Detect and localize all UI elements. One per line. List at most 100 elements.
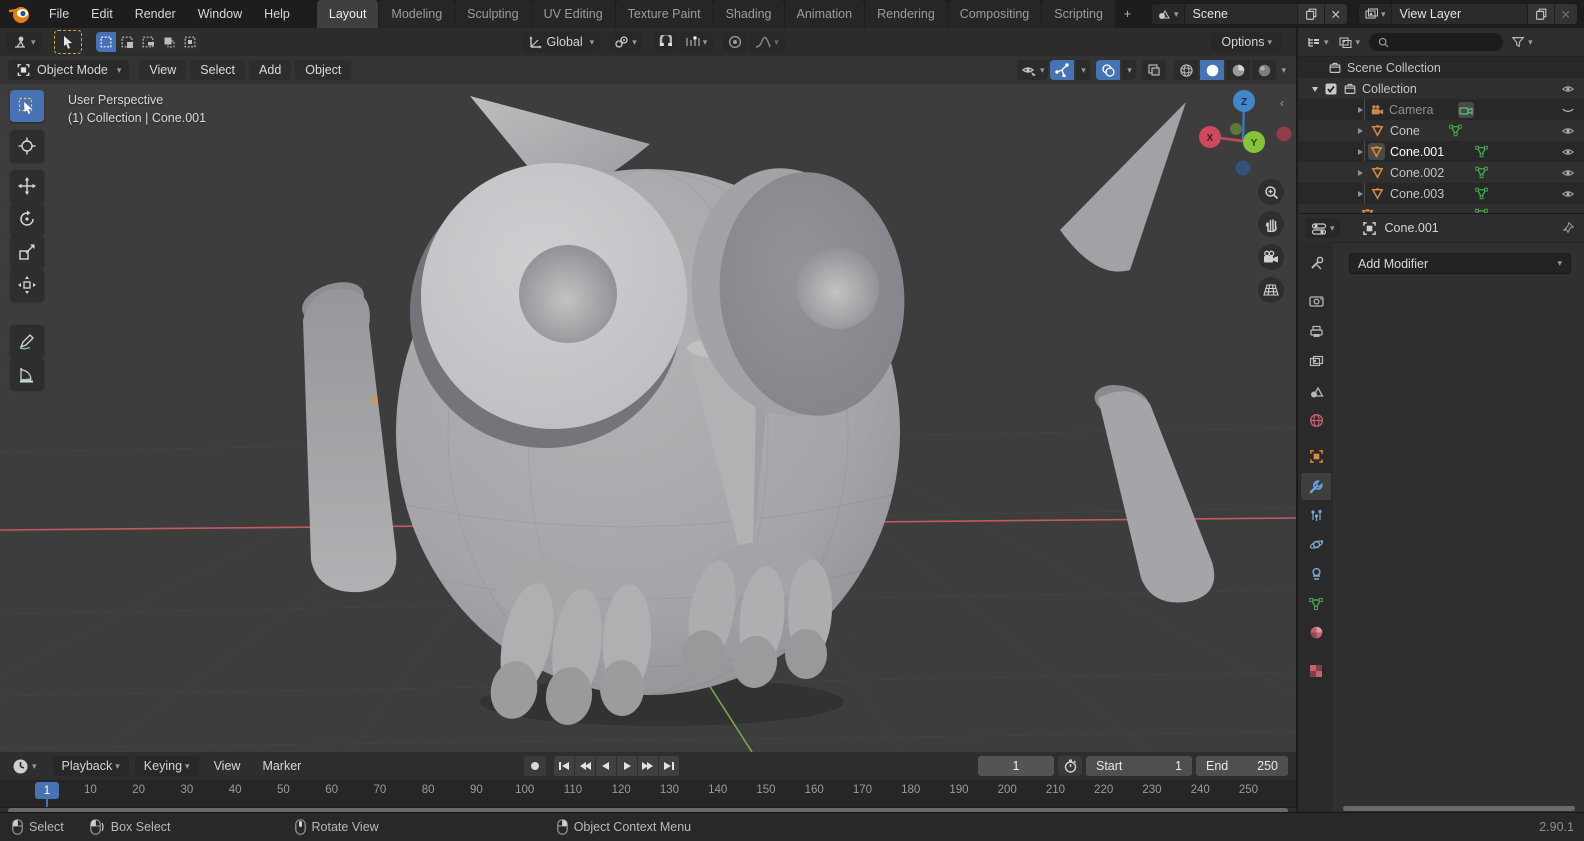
active-tool-tweak-button[interactable] [54,30,82,54]
camera-hide-toggle[interactable] [1561,102,1575,117]
current-frame-field[interactable]: 1 [978,756,1054,776]
tab-constraints[interactable] [1301,561,1331,588]
menu-edit[interactable]: Edit [80,7,124,21]
select-mode-intersect-button[interactable] [180,32,200,52]
playhead-line[interactable] [46,799,48,807]
viewport-menu-object[interactable]: Object [295,60,351,80]
gizmo-axis-x-neg[interactable] [1277,127,1292,142]
tab-render[interactable] [1301,288,1331,315]
shading-wireframe-button[interactable] [1174,60,1198,80]
xray-toggle[interactable] [1142,60,1166,80]
select-mode-invert-button[interactable] [159,32,179,52]
frame-start-field[interactable]: Start1 [1086,756,1192,776]
viewport-menu-view[interactable]: View [139,60,186,80]
shading-dropdown[interactable]: ▾ [1281,65,1286,76]
use-preview-range-toggle[interactable] [1058,756,1082,776]
timeline-menu-marker[interactable]: Marker [251,759,312,773]
tab-texture[interactable] [1301,657,1331,684]
collapse-arrow-icon[interactable] [1311,85,1319,93]
outliner-display-mode-dropdown[interactable]: ▾ [1303,32,1332,52]
gizmo-dropdown[interactable]: ▾ [1076,60,1090,80]
overlays-dropdown[interactable]: ▾ [1122,60,1136,80]
tab-compositing[interactable]: Compositing [948,0,1041,28]
snap-toggle[interactable] [653,32,677,52]
outliner-search-input[interactable] [1369,33,1503,51]
tab-world[interactable] [1301,407,1331,434]
tab-material[interactable] [1301,619,1331,646]
pin-icon[interactable] [1561,221,1575,235]
tool-rotate[interactable] [10,203,44,235]
auto-keying-record-button[interactable] [524,756,546,776]
collection-hide-toggle[interactable] [1561,81,1575,96]
tool-annotate[interactable] [10,325,44,357]
cone-hide-toggle[interactable] [1561,123,1575,138]
tab-scene[interactable] [1301,378,1331,405]
tool-measure[interactable] [10,358,44,390]
outliner-filter-dropdown[interactable]: ▾ [1335,32,1364,52]
tab-object[interactable] [1301,443,1331,470]
play-reverse-button[interactable] [596,756,616,776]
outliner-row-cone-003[interactable]: Cone.003 [1298,183,1584,204]
properties-scrollbar[interactable] [1343,806,1575,811]
tool-scale[interactable] [10,236,44,268]
expand-arrow-icon[interactable] [1356,169,1364,177]
mode-dropdown[interactable]: Object Mode ▾ [8,60,129,80]
shading-rendered-button[interactable] [1252,60,1276,80]
view-layer-browse-icon[interactable]: ▾ [1359,4,1392,24]
tab-tool[interactable] [1301,250,1331,277]
menu-help[interactable]: Help [253,7,301,21]
gizmo-axis-z-neg[interactable] [1236,161,1251,176]
tab-shading[interactable]: Shading [714,0,784,28]
next-keyframe-button[interactable] [638,756,658,776]
timeline-menu-keying[interactable]: Keying▾ [135,756,199,776]
tab-view-layer[interactable] [1301,348,1331,375]
shading-solid-button[interactable] [1200,60,1224,80]
zoom-view-button[interactable] [1258,179,1284,205]
tab-modifiers[interactable] [1301,473,1331,500]
outliner-row-cone-002[interactable]: Cone.002 [1298,162,1584,183]
gizmo-toggle[interactable] [1050,60,1074,80]
toggle-grid-button[interactable] [1258,277,1284,303]
scene-name-field[interactable]: Scene [1185,4,1297,24]
view-layer-name-field[interactable]: View Layer [1392,4,1527,24]
overlays-toggle[interactable] [1096,60,1120,80]
tab-texture-paint[interactable]: Texture Paint [616,0,713,28]
outliner-row-collection[interactable]: Collection [1298,78,1584,99]
tool-move[interactable] [10,170,44,202]
timeline-menu-view[interactable]: View [203,759,252,773]
add-modifier-dropdown[interactable]: Add Modifier ▾ [1349,253,1571,274]
viewport-menu-add[interactable]: Add [249,60,291,80]
cone-003-hide-toggle[interactable] [1561,186,1575,201]
tab-particles[interactable] [1301,502,1331,529]
cone-001-hide-toggle[interactable] [1561,144,1575,159]
tab-output[interactable] [1301,318,1331,345]
tab-scripting[interactable]: Scripting [1042,0,1115,28]
tab-physics[interactable] [1301,531,1331,558]
collection-checkbox[interactable] [1325,83,1337,95]
tab-animation[interactable]: Animation [785,0,865,28]
expand-arrow-icon[interactable] [1356,127,1364,135]
timeline-menu-playback[interactable]: Playback▾ [53,756,129,776]
pan-view-button[interactable] [1258,211,1284,237]
jump-to-end-button[interactable] [659,756,679,776]
select-mode-extend-button[interactable] [117,32,137,52]
expand-arrow-icon[interactable] [1356,190,1364,198]
jump-to-start-button[interactable] [554,756,574,776]
scene-unlink-button[interactable]: ✕ [1324,4,1347,24]
outliner-row-cone[interactable]: Cone [1298,120,1584,141]
current-frame-badge[interactable]: 1 [35,782,59,799]
tab-uv-editing[interactable]: UV Editing [532,0,615,28]
snap-settings-dropdown[interactable]: ▾ [679,32,714,52]
scene-new-button[interactable] [1297,4,1324,24]
timeline-editor-type[interactable]: ▾ [6,756,43,776]
shading-material-button[interactable] [1226,60,1250,80]
play-button[interactable] [617,756,637,776]
sidebar-toggle-arrow[interactable]: ‹ [1280,96,1284,110]
scene-browse-icon[interactable]: ▾ [1152,4,1185,24]
tab-object-data[interactable] [1301,590,1331,617]
pivot-point-dropdown[interactable]: ▾ [608,32,643,52]
camera-view-button[interactable] [1258,244,1284,270]
options-dropdown[interactable]: Options ▾ [1211,32,1282,52]
proportional-falloff-dropdown[interactable]: ▾ [749,32,785,52]
viewport-menu-select[interactable]: Select [190,60,245,80]
